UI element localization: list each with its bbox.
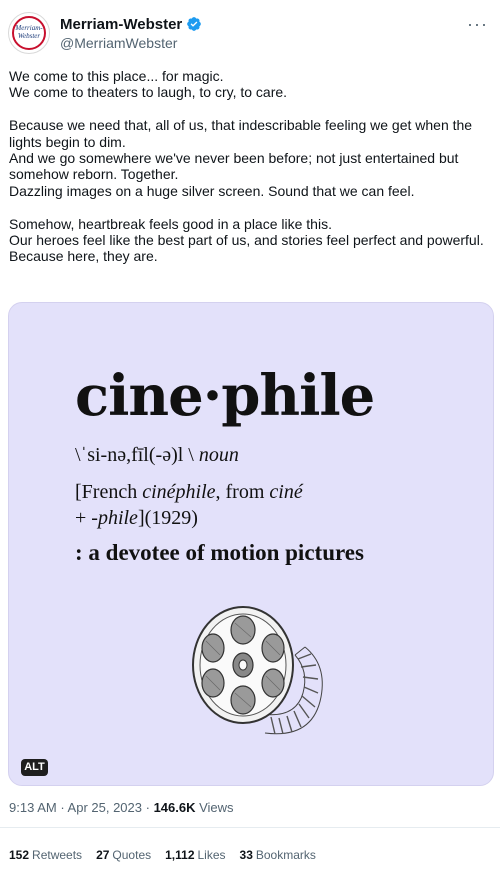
author-handle[interactable]: @MerriamWebster — [60, 35, 177, 51]
etymology: [French cinéphile, from ciné + -phile](19… — [75, 479, 455, 531]
etymology-french-word: cinéphile — [142, 481, 216, 503]
part-of-speech: noun — [198, 444, 239, 466]
tweet-header: Merriam-Webster Merriam-Webster @Merriam… — [8, 12, 492, 56]
etymology-prefix: [French — [75, 481, 143, 503]
display-name[interactable]: Merriam-Webster — [60, 16, 182, 33]
more-options-icon[interactable]: ··· — [467, 14, 488, 35]
pronunciation: \ˈsi-nə,fīl(-ə)l \ noun — [75, 443, 239, 467]
tweet-line: We come to theaters to laugh, to cry, to… — [9, 84, 288, 101]
pronunciation-text: \ˈsi-nə,fīl(-ə)l \ — [75, 444, 194, 466]
retweets-label: Retweets — [32, 848, 83, 862]
tweet-line: Because here, they are. — [9, 248, 158, 265]
tweet-metadata: 9:13 AM · Apr 25, 2023 · 146.6K Views — [9, 800, 234, 815]
film-reel-icon — [192, 606, 323, 735]
tweet-line: Dazzling images on a huge silver screen.… — [9, 182, 415, 199]
likes-stat[interactable]: 1,112 Likes — [165, 848, 225, 862]
etymology-phile: -phile — [91, 507, 138, 529]
etymology-cine: ciné — [269, 481, 303, 503]
tweet-line: Our heroes feel like the best part of us… — [9, 232, 484, 249]
quotes-count: 27 — [96, 848, 110, 862]
meta-separator: · — [56, 800, 68, 815]
verified-badge-icon — [187, 17, 202, 31]
views-count: 146.6K — [153, 800, 196, 815]
likes-label: Likes — [197, 848, 226, 862]
engagement-stats: 152 Retweets 27 Quotes 1,112 Likes 33 Bookma… — [9, 848, 316, 862]
definition: : a devotee of motion pictures — [75, 540, 364, 565]
quotes-label: Quotes — [112, 848, 152, 862]
etymology-suffix: ](1929) — [137, 507, 198, 529]
retweets-stat[interactable]: 152 Retweets — [9, 848, 82, 862]
tweet-line: We come to this place... for magic. — [9, 68, 224, 84]
tweet-date[interactable]: Apr 25, 2023 — [68, 800, 142, 815]
retweets-count: 152 — [9, 848, 30, 862]
tweet-line: And we go somewhere we've never been bef… — [9, 150, 459, 183]
tweet-line: Somehow, heartbreak feels good in a plac… — [9, 215, 332, 232]
bookmarks-label: Bookmarks — [255, 848, 316, 862]
views-label: Views — [195, 800, 234, 815]
etymology-middle: , from — [215, 481, 270, 503]
bookmarks-stat[interactable]: 33 Bookmarks — [240, 848, 316, 862]
etymology-plus: + — [75, 507, 92, 529]
likes-count: 1,112 — [165, 848, 195, 862]
avatar[interactable]: Merriam-Webster — [8, 12, 50, 54]
alt-text-button[interactable]: ALT — [21, 759, 48, 776]
avatar-logo-text: Merriam-Webster — [15, 24, 43, 40]
quotes-stat[interactable]: 27 Quotes — [96, 848, 151, 862]
author-name-row: Merriam-Webster — [60, 15, 202, 33]
dictionary-headword: cine·phile — [75, 363, 375, 429]
tweet-time[interactable]: 9:13 AM — [9, 800, 57, 815]
tweet-line: Because we need that, all of us, that in… — [9, 117, 473, 150]
bookmarks-count: 33 — [239, 848, 253, 862]
tweet-body: We come to this place... for magic. We c… — [9, 68, 491, 265]
meta-separator: · — [142, 800, 154, 815]
tweet-media-image[interactable]: cine·phile \ˈsi-nə,fīl(-ə)l \ noun [Fren… — [8, 302, 494, 786]
divider — [0, 827, 500, 828]
